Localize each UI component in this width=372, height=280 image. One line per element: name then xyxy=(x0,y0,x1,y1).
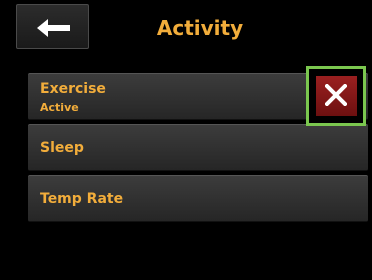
stop-button-face xyxy=(316,76,357,116)
activity-status: Active xyxy=(40,101,79,114)
back-button[interactable] xyxy=(16,4,89,49)
activity-item-sleep[interactable]: Sleep xyxy=(28,124,368,171)
arrow-left-icon xyxy=(37,19,70,37)
activity-label: Temp Rate xyxy=(40,191,124,207)
stop-exercise-button[interactable] xyxy=(306,66,366,126)
activity-label: Exercise xyxy=(40,81,106,97)
header-bar: Activity xyxy=(0,0,372,60)
activity-item-temp-rate[interactable]: Temp Rate xyxy=(28,175,368,222)
close-x-icon xyxy=(325,84,347,106)
activity-label: Sleep xyxy=(40,140,84,156)
page-title: Activity xyxy=(156,16,244,40)
